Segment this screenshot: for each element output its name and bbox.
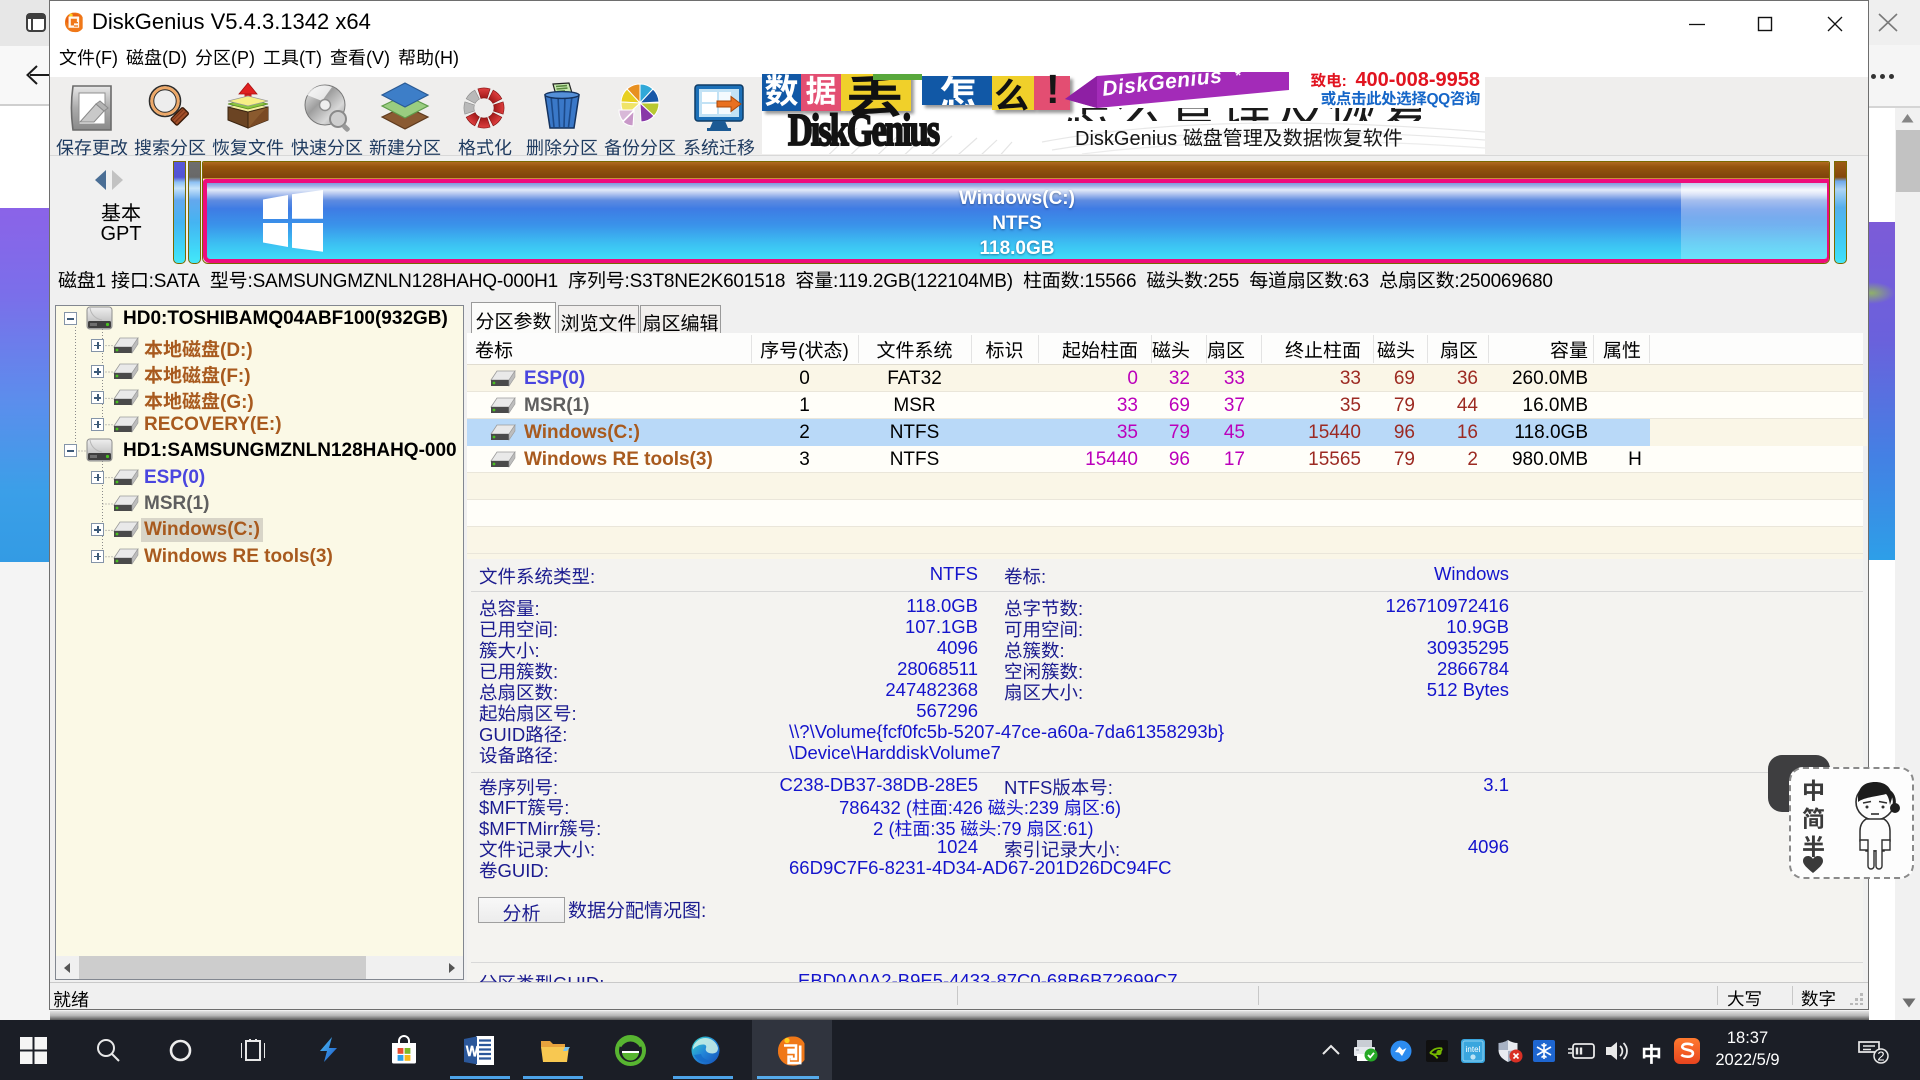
svg-text:intel: intel bbox=[1466, 1045, 1481, 1054]
svg-text:2: 2 bbox=[1877, 1049, 1884, 1064]
